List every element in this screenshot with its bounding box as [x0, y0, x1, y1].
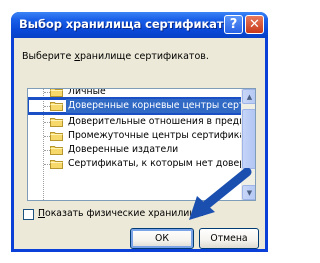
tree-item-label: Доверенные издатели: [68, 144, 179, 155]
help-button[interactable]: ?: [224, 15, 243, 34]
help-icon: ?: [229, 17, 238, 32]
prompt-label: Выберите хранилище сертификатов.: [22, 51, 209, 62]
tree-item-enterprise-trust[interactable]: Доверительные отношения в предпри: [28, 115, 241, 129]
folder-icon: [50, 160, 63, 169]
title-bar[interactable]: Выбор хранилища сертификата ? ✕: [11, 12, 268, 38]
tree-item-intermediate[interactable]: Промежуточные центры сертификаци: [28, 129, 241, 143]
tree-item-personal[interactable]: Личные: [28, 89, 241, 99]
folder-icon: [50, 146, 63, 155]
tree-item-trusted-publishers[interactable]: Доверенные издатели: [28, 143, 241, 157]
tree-item-label: Доверительные отношения в предпри: [68, 116, 241, 127]
tree-item-label: Доверенные корневые центры сертиф: [66, 99, 241, 113]
cancel-button[interactable]: Отмена: [199, 228, 259, 249]
chevron-up-icon: ▲: [246, 92, 253, 101]
ok-button[interactable]: ОК: [130, 228, 194, 249]
ok-button-label: ОК: [155, 233, 169, 244]
folder-icon: [50, 132, 63, 141]
window-title: Выбор хранилища сертификата: [19, 17, 232, 31]
folder-icon: [50, 118, 63, 127]
tree-item-label: Промежуточные центры сертификаци: [68, 130, 241, 141]
tree-item-trusted-root[interactable]: Доверенные корневые центры сертиф: [28, 97, 241, 115]
pointer-arrow-icon: [189, 168, 252, 220]
close-icon: ✕: [249, 17, 260, 32]
cancel-button-label: Отмена: [210, 233, 248, 244]
close-button[interactable]: ✕: [245, 15, 264, 34]
tree-item-label: Личные: [68, 89, 106, 97]
scroll-thumb[interactable]: [242, 109, 255, 169]
folder-icon: [50, 102, 63, 111]
folder-icon: [50, 89, 63, 97]
scroll-up-button[interactable]: ▲: [242, 89, 255, 104]
show-physical-stores-label: Показать физические хранилища: [38, 208, 204, 219]
show-physical-stores-checkbox[interactable]: [23, 209, 34, 220]
